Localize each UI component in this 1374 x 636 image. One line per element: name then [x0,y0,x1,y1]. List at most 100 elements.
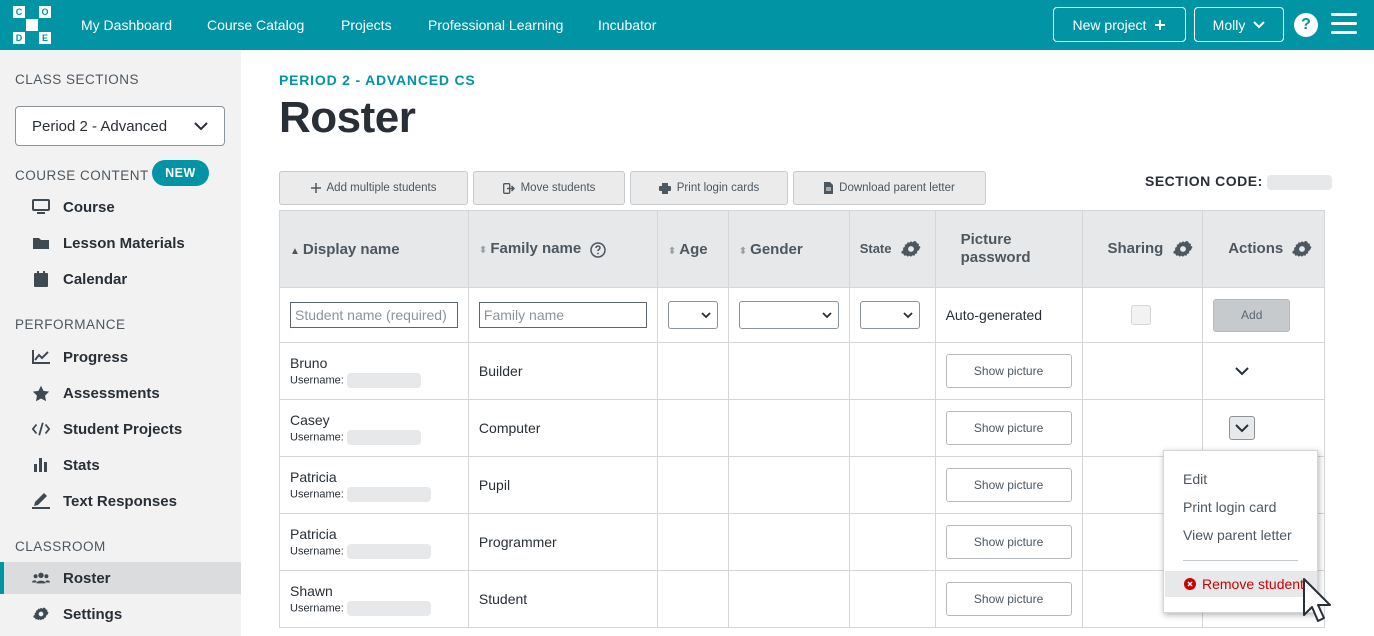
section-select[interactable]: Period 2 - Advanced [15,106,225,146]
logo-blank [26,6,38,18]
print-login-cards-button[interactable]: Print login cards [630,171,788,205]
auto-generated-text: Auto-generated [934,287,1083,343]
menu-item-remove-student[interactable]: Remove student [1165,571,1317,597]
menu-item-view-parent-letter[interactable]: View parent letter [1183,527,1292,543]
classroom-heading: CLASSROOM [15,539,106,554]
calendar-icon [32,270,50,288]
sidebar-item-stats[interactable]: Stats [0,449,241,481]
student-display-name: Shawn [290,582,333,599]
sidebar-item-settings[interactable]: Settings [0,598,241,630]
username-label: Username: [290,430,344,443]
move-students-button[interactable]: Move students [473,171,625,205]
pencil-icon [32,492,50,510]
nav-projects[interactable]: Projects [341,0,392,50]
header-actions: Actions [1202,210,1325,288]
breadcrumb[interactable]: PERIOD 2 - ADVANCED CS [279,72,476,88]
age-cell [656,570,729,628]
sidebar-item-text-responses[interactable]: Text Responses [0,485,241,517]
header-picture-password: Picture password [934,210,1083,288]
gear-icon[interactable] [901,239,921,259]
student-family-name: Student [467,570,658,628]
show-picture-button[interactable]: Show picture [945,525,1072,559]
table-row: Bruno Username: Builder Show picture [279,342,1325,400]
sidebar-item-course[interactable]: Course [0,191,241,223]
course-content-heading: COURSE CONTENT [15,168,149,183]
help-icon[interactable]: ? [1294,13,1318,37]
sidebar-item-calendar[interactable]: Calendar [0,263,241,295]
sidebar-item-lesson-materials[interactable]: Lesson Materials [0,227,241,259]
users-icon [32,569,50,587]
add-student-button[interactable]: Add [1213,298,1291,332]
logo-letter: O [39,6,51,18]
logo-blank [13,19,25,31]
download-parent-letter-button[interactable]: Download parent letter [793,171,986,205]
gender-select[interactable] [738,301,839,329]
header-state: State [848,210,936,288]
chevron-down-icon [903,311,913,318]
sidebar-item-label: Roster [63,569,111,587]
user-menu-button[interactable]: Molly [1194,7,1284,42]
chevron-down-icon [1253,20,1266,28]
chevron-down-icon [194,121,208,130]
move-icon [502,182,515,194]
sidebar-item-student-projects[interactable]: Student Projects [0,413,241,445]
download-parent-letter-label: Download parent letter [839,182,955,194]
user-name: Molly [1212,16,1246,33]
state-select[interactable] [859,301,920,329]
username-redacted [346,486,431,502]
menu-item-print-login-card[interactable]: Print login card [1183,499,1276,515]
gear-icon[interactable] [1172,239,1193,259]
gear-icon[interactable] [1292,239,1312,259]
menu-divider [1183,560,1298,561]
chevron-down-icon [1235,366,1249,375]
sidebar-item-assessments[interactable]: Assessments [0,377,241,409]
show-picture-button[interactable]: Show picture [945,468,1072,502]
student-display-name: Patricia [290,525,337,542]
age-select[interactable] [667,301,718,329]
sharing-checkbox[interactable] [1130,305,1151,325]
header-family-name[interactable]: ⬍ Family name [467,210,658,288]
question-circle-icon[interactable] [590,241,607,258]
menu-item-edit[interactable]: Edit [1183,471,1207,487]
show-picture-button[interactable]: Show picture [945,411,1072,445]
family-name-input[interactable]: Family name [478,302,647,328]
code-logo[interactable]: C O D E [13,6,51,44]
header-age[interactable]: ⬍ Age [656,210,729,288]
hamburger-menu-icon[interactable] [1331,13,1357,35]
logo-blank [26,19,38,31]
code-icon [32,420,50,438]
username-label: Username: [290,544,344,557]
actions-dropdown-button[interactable] [1229,416,1256,440]
username-redacted [346,429,421,445]
mouse-cursor-icon [1303,578,1331,622]
nav-course-catalog[interactable]: Course Catalog [207,0,304,50]
username-line: Username: [290,486,468,502]
student-name-input[interactable]: Student name (required) [290,302,458,328]
username-line: Username: [290,600,468,616]
gender-cell [727,513,850,571]
sidebar-item-progress[interactable]: Progress [0,341,241,373]
nav-my-dashboard[interactable]: My Dashboard [81,0,172,50]
age-cell [656,399,729,457]
show-picture-button[interactable]: Show picture [945,582,1072,616]
nav-professional-learning[interactable]: Professional Learning [428,0,563,50]
add-multiple-students-button[interactable]: Add multiple students [279,171,468,205]
header-display-name[interactable]: ▲ Display name [279,210,469,288]
actions-dropdown-button[interactable] [1229,359,1255,383]
sidebar-item-roster[interactable]: Roster [0,562,241,594]
page-title: Roster [279,93,416,142]
header-gender[interactable]: ⬍ Gender [727,210,850,288]
gender-cell [727,342,850,400]
new-project-button[interactable]: New project [1053,7,1186,42]
header-sharing: Sharing [1081,210,1204,288]
username-line: Username: [290,543,468,559]
sort-up-icon: ▲ [290,245,300,257]
sidebar-item-label: Stats [63,456,100,474]
show-picture-button[interactable]: Show picture [945,354,1072,388]
gear-icon [32,605,50,623]
age-cell [656,513,729,571]
table-row: Casey Username: Computer Show picture [279,399,1325,457]
plus-icon [1155,19,1166,30]
new-badge: NEW [152,160,209,186]
nav-incubator[interactable]: Incubator [598,0,656,50]
